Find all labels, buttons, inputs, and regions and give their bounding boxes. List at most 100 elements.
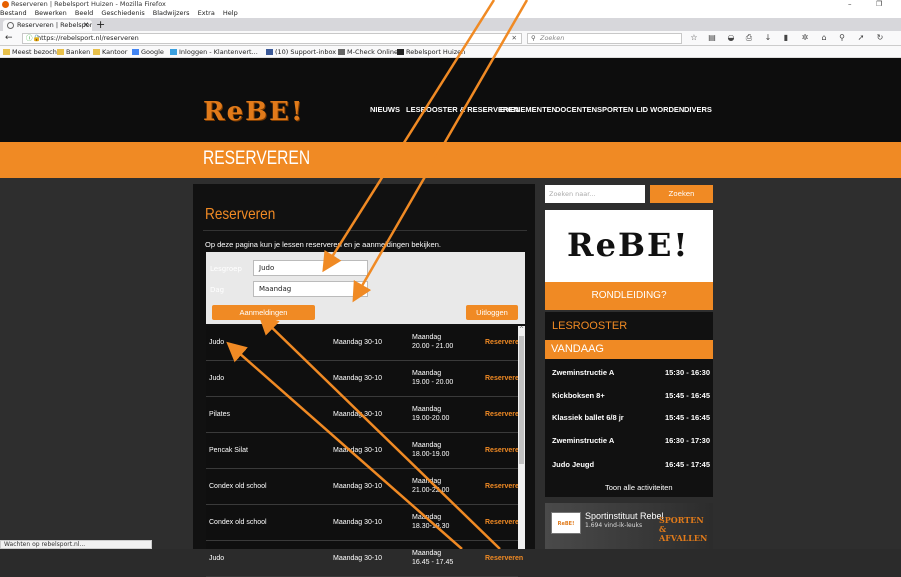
lesson-day-time: Maandag 21.00-22.00	[412, 478, 450, 494]
send-icon[interactable]: ➚	[857, 34, 865, 42]
table-row[interactable]: Pilates Maandag 30-10 Maandag 19.00-20.00 Re…	[206, 398, 523, 433]
lesson-day-time: Maandag 20.00 - 21.00	[412, 334, 454, 350]
menu-bewerken[interactable]: Bewerken	[35, 9, 67, 18]
browser-search-input[interactable]: ⚲ Zoeken	[527, 33, 682, 44]
download-icon[interactable]: ↓	[764, 34, 772, 42]
maximize-button[interactable]: ❐	[876, 0, 882, 9]
lesson-name: Condex old school	[209, 483, 267, 490]
lesson-name: Judo	[209, 555, 225, 562]
rondleiding-button[interactable]: RONDLEIDING?	[545, 282, 713, 310]
nav-sporten[interactable]: SPORTEN	[597, 105, 633, 114]
activity-item[interactable]: Klassiek ballet 6/8 jr 15:45 - 16:45	[552, 413, 712, 425]
print-icon[interactable]: ⎙	[745, 34, 753, 42]
bookmark-rebelsport[interactable]: Rebelsport Huizen	[397, 46, 465, 58]
menu-extra[interactable]: Extra	[198, 9, 215, 18]
page-title: RESERVEREN	[203, 148, 311, 169]
intro-text: Op deze pagina kun je lessen reserveren …	[205, 240, 441, 249]
facebook-page-thumbnail: ReBE!	[551, 512, 581, 534]
nav-docenten[interactable]: DOCENTEN	[555, 105, 597, 114]
lesson-day-time: Maandag 16.45 - 17.45	[412, 550, 454, 566]
site-logo[interactable]: ReBE!	[203, 98, 313, 126]
bookmark-google[interactable]: Google	[132, 46, 164, 58]
lesson-date: Maandag 30-10	[333, 555, 383, 562]
day-select[interactable]: Maandag	[253, 281, 368, 297]
minimize-button[interactable]: –	[848, 0, 852, 9]
sync-icon[interactable]: ↻	[876, 34, 884, 42]
table-row[interactable]: Judo Maandag 30-10 Maandag 19.00 - 20.00 Res…	[206, 362, 523, 397]
aanmeldingen-button[interactable]: Aanmeldingen	[212, 305, 315, 320]
tab-close-icon[interactable]: ✕	[83, 20, 89, 31]
uitloggen-button[interactable]: Uitloggen	[466, 305, 518, 320]
tab-favicon-icon	[7, 22, 14, 29]
bookmark-meest-bezocht[interactable]: Meest bezocht	[3, 46, 59, 58]
sport-label: Lesgroep	[210, 265, 242, 273]
reserveren-link[interactable]: Reserveren	[485, 555, 523, 562]
pocket-icon[interactable]: ◒	[727, 34, 735, 42]
menu-bar: Bestand Bewerken Beeld Geschiedenis Blad…	[0, 9, 901, 18]
sport-select[interactable]: Judo	[253, 260, 368, 276]
menu-bestand[interactable]: Bestand	[0, 9, 27, 18]
lesson-name: Pilates	[209, 411, 231, 418]
search-icon: ⚲	[531, 34, 536, 42]
menu-beeld[interactable]: Beeld	[75, 9, 93, 18]
nav-lid-worden[interactable]: LID WORDEN	[636, 105, 684, 114]
tab-reserveren[interactable]: Reserveren | Rebelsport Hui: ✕	[3, 20, 92, 31]
lock-icon: ⓘ🔒	[26, 34, 41, 42]
nav-evenementen[interactable]: EVENEMENTEN	[500, 105, 557, 114]
url-text: https://rebelsport.nl/reserveren	[37, 34, 139, 42]
sidebar-search-input[interactable]: Zoeken naar...	[545, 185, 645, 203]
sidebar-search-button[interactable]: Zoeken	[650, 185, 713, 203]
table-row[interactable]: Condex old school Maandag 30-10 Maandag 21.…	[206, 470, 523, 505]
menu-help[interactable]: Help	[223, 9, 238, 18]
page-icon[interactable]: ▮	[782, 34, 790, 42]
lesson-day-time: Maandag 18.30-19.30	[412, 514, 450, 530]
lesson-day-time: Maandag 18.00-19.00	[412, 442, 450, 458]
vandaag-header: VANDAAG	[545, 340, 713, 359]
bookmark-m-check[interactable]: M-Check Online	[338, 46, 398, 58]
title-banner	[0, 142, 901, 178]
search-toolbar-icon[interactable]: ⚲	[838, 34, 846, 42]
reserveren-heading: Reserveren	[205, 206, 276, 223]
extension-icon[interactable]: ✲	[801, 34, 809, 42]
table-row[interactable]: Pencak Silat Maandag 30-10 Maandag 18.00-19…	[206, 434, 523, 469]
facebook-page-name[interactable]: Sportinstituut Rebel	[585, 511, 664, 521]
scrollbar-thumb[interactable]	[519, 336, 524, 464]
lesson-name: Pencak Silat	[209, 447, 248, 454]
activity-item[interactable]: Kickboksen 8+ 15:45 - 16:45	[552, 391, 712, 403]
bookmark-banken[interactable]: Banken	[57, 46, 90, 58]
lesson-day-time: Maandag 19.00 - 20.00	[412, 370, 454, 386]
navigation-toolbar: ← ⓘ🔒 https://rebelsport.nl/reserveren ✕ …	[0, 31, 901, 46]
table-row[interactable]: Judo Maandag 30-10 Maandag 16.45 - 17.45 Res…	[206, 542, 523, 577]
activity-item[interactable]: Judo Jeugd 16:45 - 17:45	[552, 460, 712, 472]
bookmark-inloggen[interactable]: Inloggen - Klantenvert...	[170, 46, 258, 58]
clear-url-icon[interactable]: ✕	[512, 34, 517, 43]
back-arrow-icon[interactable]: ←	[5, 33, 13, 44]
lesson-date: Maandag 30-10	[333, 519, 383, 526]
url-bar[interactable]: ⓘ🔒 https://rebelsport.nl/reserveren ✕	[22, 33, 522, 44]
menu-geschiedenis[interactable]: Geschiedenis	[101, 9, 144, 18]
bookmark-kantoor[interactable]: Kantoor	[93, 46, 127, 58]
lesrooster-title: LESROOSTER	[552, 320, 628, 332]
bookmark-support-inbox[interactable]: (10) Support-inbox	[266, 46, 336, 58]
all-activities-link[interactable]: Toon alle activiteiten	[605, 483, 673, 492]
facebook-widget[interactable]: ReBE! Sportinstituut Rebel 1.694 vind-ik…	[545, 503, 713, 549]
facebook-likes: 1.694 vind-ik-leuks	[585, 522, 643, 529]
firefox-icon	[2, 1, 9, 8]
table-row[interactable]: Judo Maandag 30-10 Maandag 20.00 - 21.00 Res…	[206, 326, 523, 361]
library-icon[interactable]: ▤	[708, 34, 716, 42]
day-label: Dag	[210, 286, 225, 294]
bookmark-star-icon[interactable]: ☆	[690, 34, 698, 42]
activity-item[interactable]: Zweminstructie A 15:30 - 16:30	[552, 368, 712, 380]
new-tab-button[interactable]: +	[96, 18, 105, 31]
menu-bladwijzers[interactable]: Bladwijzers	[153, 9, 190, 18]
lesson-date: Maandag 30-10	[333, 411, 383, 418]
lessons-scrollbar[interactable]: ^	[518, 326, 525, 549]
activity-item[interactable]: Zweminstructie A 16:30 - 17:30	[552, 436, 712, 448]
nav-nieuws[interactable]: NIEUWS	[370, 105, 400, 114]
nav-divers[interactable]: DIVERS	[684, 105, 712, 114]
home-icon[interactable]: ⌂	[820, 34, 828, 42]
heading-divider	[203, 230, 527, 231]
table-row[interactable]: Condex old school Maandag 30-10 Maandag 18.…	[206, 506, 523, 541]
scroll-up-icon[interactable]: ^	[518, 326, 525, 333]
sidebar-logo[interactable]: ReBE!	[567, 228, 689, 262]
